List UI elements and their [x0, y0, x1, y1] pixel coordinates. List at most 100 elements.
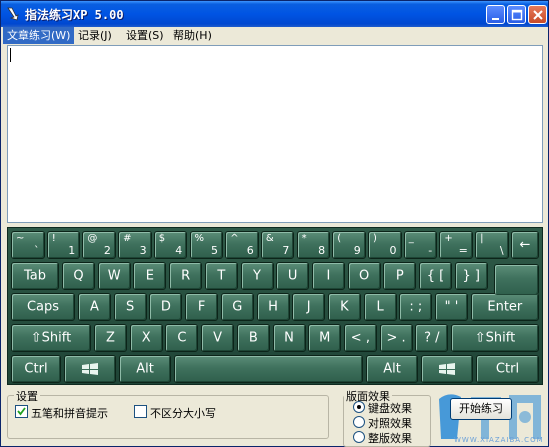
- key-enter-upper[interactable]: [494, 264, 539, 295]
- wubi-pinyin-hint-checkbox[interactable]: [15, 405, 28, 418]
- key-sym[interactable]: } ]: [454, 262, 488, 290]
- window-title: 指法练习XP 5.00: [25, 8, 124, 22]
- key-label: H: [268, 299, 278, 315]
- key-4[interactable]: $4: [153, 231, 188, 259]
- key-space[interactable]: [174, 355, 363, 383]
- key-f[interactable]: F: [185, 293, 219, 321]
- key-caps-lock[interactable]: Caps: [11, 293, 75, 321]
- key-v[interactable]: V: [201, 324, 235, 352]
- windows-logo-icon: [439, 363, 455, 375]
- settings-group-title: 设置: [14, 388, 40, 404]
- key-sym[interactable]: " ': [435, 293, 468, 321]
- key-base-symbol: 2: [103, 244, 111, 257]
- key-s[interactable]: S: [113, 293, 147, 321]
- key-l[interactable]: L: [363, 293, 397, 321]
- key-q[interactable]: Q: [62, 262, 95, 290]
- key-1[interactable]: ! 1: [46, 231, 81, 259]
- key-label: > .: [386, 330, 406, 346]
- key-sym[interactable]: { [: [419, 262, 452, 290]
- text-caret: [10, 48, 11, 62]
- case-insensitive-checkbox[interactable]: [134, 405, 147, 418]
- key-r[interactable]: R: [169, 262, 203, 290]
- key-right-shift[interactable]: ⇧Shift: [451, 324, 539, 352]
- key-5[interactable]: % 5: [189, 231, 223, 259]
- title-bar[interactable]: 指法练习XP 5.00: [1, 1, 548, 27]
- windows-logo-icon: [82, 363, 98, 375]
- key-j[interactable]: J: [292, 293, 326, 321]
- key-x[interactable]: X: [129, 324, 163, 352]
- key-left-alt[interactable]: Alt: [119, 355, 171, 383]
- key-sym[interactable]: : ;: [399, 293, 433, 321]
- key-2[interactable]: @2: [82, 231, 116, 259]
- key-7[interactable]: & 7: [260, 231, 295, 259]
- menu-records[interactable]: 记录(J): [74, 27, 116, 44]
- key-sym[interactable]: + =: [439, 231, 473, 259]
- key-d[interactable]: D: [149, 293, 183, 321]
- key-k[interactable]: K: [327, 293, 361, 321]
- full-page-effect-radio[interactable]: [353, 431, 365, 443]
- minimize-button[interactable]: [486, 5, 505, 24]
- key-p[interactable]: P: [383, 262, 417, 290]
- key-8[interactable]: * 8: [296, 231, 331, 259]
- key-sym[interactable]: | \: [475, 231, 509, 259]
- key-n[interactable]: N: [272, 324, 306, 352]
- key-u[interactable]: U: [276, 262, 310, 290]
- key-base-symbol: 3: [139, 244, 147, 257]
- key-label: W: [107, 268, 121, 284]
- close-button[interactable]: [528, 5, 547, 24]
- key-right-alt[interactable]: Alt: [366, 355, 418, 383]
- key-6[interactable]: ^ 6: [225, 231, 259, 259]
- key-c[interactable]: C: [165, 324, 199, 352]
- key-label: J: [306, 299, 311, 315]
- key-enter[interactable]: Enter: [470, 293, 539, 321]
- key-a[interactable]: A: [78, 293, 111, 321]
- comparison-effect-radio[interactable]: [353, 416, 365, 428]
- start-practice-button[interactable]: 开始练习: [450, 398, 512, 420]
- key-b[interactable]: B: [236, 324, 270, 352]
- practice-text-area[interactable]: [7, 45, 543, 223]
- maximize-button[interactable]: [507, 5, 526, 24]
- key-sym[interactable]: ? /: [415, 324, 449, 352]
- key-e[interactable]: E: [133, 262, 167, 290]
- key-left-ctrl[interactable]: Ctrl: [11, 355, 61, 383]
- key-g[interactable]: G: [220, 293, 254, 321]
- key-label: Ctrl: [495, 361, 520, 377]
- menu-settings[interactable]: 设置(S): [122, 27, 168, 44]
- key-y[interactable]: Y: [240, 262, 274, 290]
- key-right-ctrl[interactable]: Ctrl: [476, 355, 539, 383]
- key-base-symbol: \: [499, 244, 504, 257]
- key-w[interactable]: W: [97, 262, 131, 290]
- key-i[interactable]: I: [311, 262, 345, 290]
- key-right-windows[interactable]: [421, 355, 473, 383]
- key-z[interactable]: Z: [94, 324, 127, 352]
- key-9[interactable]: (9: [332, 231, 366, 259]
- key-3[interactable]: #3: [118, 231, 152, 259]
- key-base-symbol: -: [428, 244, 433, 257]
- keyboard-effect-radio[interactable]: [353, 401, 365, 413]
- key-t[interactable]: T: [204, 262, 238, 290]
- menu-help[interactable]: 帮助(H): [169, 27, 216, 44]
- key-label: A: [90, 299, 99, 315]
- key-sym[interactable]: ~ `: [11, 231, 45, 259]
- key-label: < ,: [350, 330, 370, 346]
- menu-article-practice[interactable]: 文章练习(W): [3, 27, 75, 44]
- key-left-shift[interactable]: ⇧Shift: [11, 324, 91, 352]
- key-label: F: [197, 299, 206, 315]
- key-left-windows[interactable]: [64, 355, 116, 383]
- key-sym[interactable]: > .: [379, 324, 413, 352]
- key-label: O: [358, 268, 370, 284]
- key-shift-symbol: ): [373, 233, 377, 244]
- key-label: } ]: [462, 268, 480, 284]
- key-o[interactable]: O: [347, 262, 381, 290]
- key-shift-symbol: _: [408, 233, 414, 244]
- key-0[interactable]: ) 0: [368, 231, 402, 259]
- key-m[interactable]: M: [308, 324, 342, 352]
- key-label: Alt: [136, 361, 154, 377]
- key-base-symbol: 6: [246, 244, 254, 257]
- key-tab[interactable]: Tab: [11, 262, 59, 290]
- key-sym[interactable]: < ,: [343, 324, 377, 352]
- key-backspace[interactable]: ←: [510, 231, 539, 259]
- case-insensitive-label: 不区分大小写: [150, 407, 216, 420]
- key-sym[interactable]: _ -: [403, 231, 438, 259]
- key-h[interactable]: H: [256, 293, 290, 321]
